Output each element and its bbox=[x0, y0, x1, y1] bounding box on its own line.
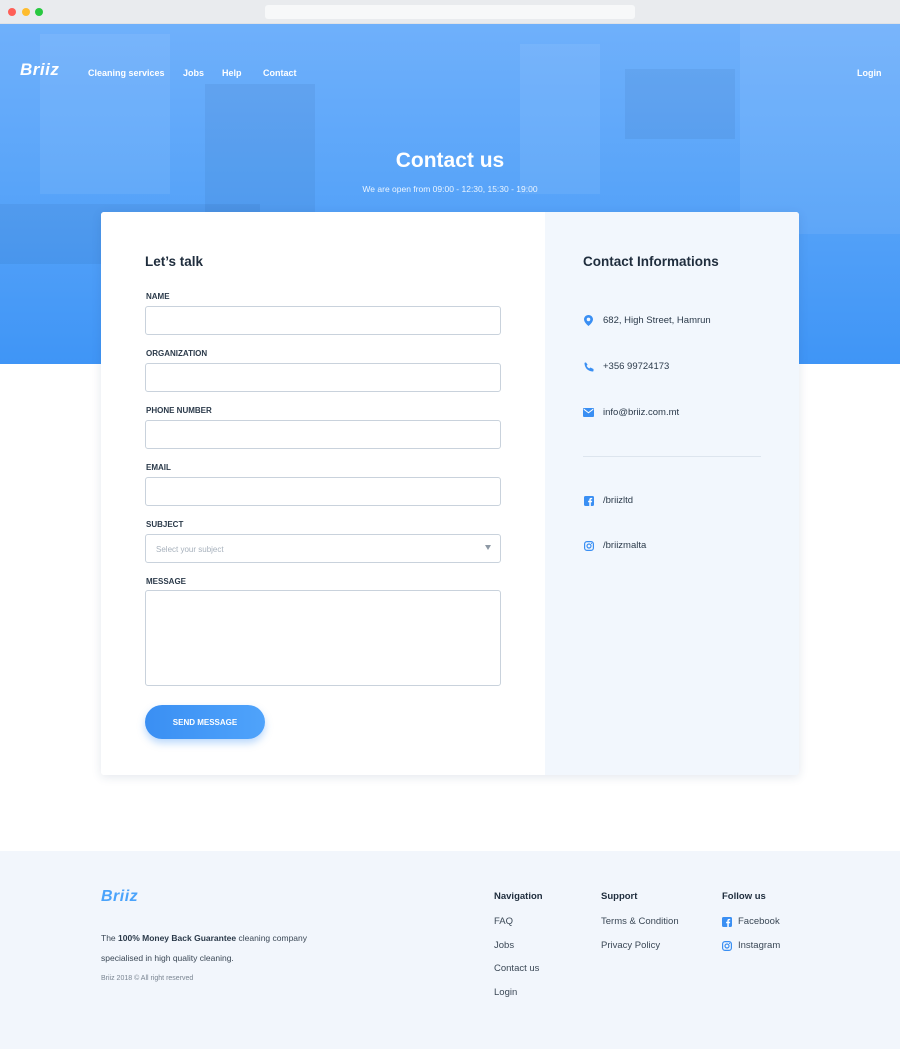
hero-bg-shape bbox=[625, 69, 735, 139]
facebook-icon bbox=[722, 916, 732, 927]
footer-link-privacy[interactable]: Privacy Policy bbox=[601, 940, 660, 951]
nav-login[interactable]: Login bbox=[857, 68, 882, 78]
footer-link-jobs[interactable]: Jobs bbox=[494, 940, 514, 951]
instagram-row[interactable]: /briizmalta bbox=[583, 540, 646, 551]
copyright: Briiz 2018 © All right reserved bbox=[101, 975, 194, 982]
address-row: 682, High Street, Hamrun bbox=[583, 315, 711, 326]
facebook-row[interactable]: /briizltd bbox=[583, 495, 633, 506]
footer-link-instagram[interactable]: Instagram bbox=[722, 940, 780, 951]
phone-input[interactable] bbox=[145, 420, 501, 449]
phone-label: PHONE NUMBER bbox=[146, 406, 212, 415]
brand-logo[interactable]: Briiz bbox=[20, 60, 59, 80]
facebook-icon bbox=[583, 495, 594, 506]
footer-facebook-label: Facebook bbox=[738, 916, 780, 927]
footer-desc-prefix: The bbox=[101, 933, 119, 943]
phone-row: +356 99724173 bbox=[583, 361, 669, 372]
subject-placeholder: Select your subject bbox=[156, 545, 224, 554]
footer-link-terms[interactable]: Terms & Condition bbox=[601, 916, 679, 927]
chevron-down-icon bbox=[485, 545, 491, 550]
subject-select[interactable]: Select your subject bbox=[145, 534, 501, 563]
instagram-handle[interactable]: /briizmalta bbox=[603, 540, 646, 551]
email-row: info@briiz.com.mt bbox=[583, 407, 679, 418]
footer-logo[interactable]: Briiz bbox=[101, 888, 138, 906]
contact-info-title: Contact Informations bbox=[583, 254, 719, 269]
message-label: MESSAGE bbox=[146, 577, 187, 586]
footer-follow-heading: Follow us bbox=[722, 891, 766, 902]
subject-label: SUBJECT bbox=[146, 520, 184, 529]
phone-icon bbox=[583, 361, 594, 372]
footer-description: The 100% Money Back Guarantee cleaning c… bbox=[101, 928, 341, 968]
address-text: 682, High Street, Hamrun bbox=[603, 315, 711, 326]
name-label: NAME bbox=[146, 292, 170, 301]
address-bar[interactable] bbox=[265, 5, 635, 19]
footer-link-login[interactable]: Login bbox=[494, 987, 517, 998]
instagram-icon bbox=[583, 540, 594, 551]
name-input[interactable] bbox=[145, 306, 501, 335]
send-message-button[interactable]: SEND MESSAGE bbox=[145, 705, 265, 739]
maximize-window-dot[interactable] bbox=[35, 8, 43, 16]
hero-bg-shape bbox=[740, 24, 900, 234]
nav-contact[interactable]: Contact bbox=[263, 68, 297, 78]
footer-link-facebook[interactable]: Facebook bbox=[722, 916, 780, 927]
organization-input[interactable] bbox=[145, 363, 501, 392]
footer-link-contact-us[interactable]: Contact us bbox=[494, 963, 539, 974]
info-divider bbox=[583, 456, 761, 457]
footer-navigation-heading: Navigation bbox=[494, 891, 543, 902]
footer: Briiz The 100% Money Back Guarantee clea… bbox=[0, 851, 900, 1049]
mail-icon bbox=[583, 407, 594, 418]
nav-jobs[interactable]: Jobs bbox=[183, 68, 204, 78]
phone-text[interactable]: +356 99724173 bbox=[603, 361, 669, 372]
nav-help[interactable]: Help bbox=[222, 68, 242, 78]
contact-card: Let’s talk NAME ORGANIZATION PHONE NUMBE… bbox=[101, 212, 799, 775]
instagram-icon bbox=[722, 940, 732, 951]
opening-hours: We are open from 09:00 - 12:30, 15:30 - … bbox=[362, 184, 538, 194]
footer-desc-bold: 100% Money Back Guarantee bbox=[118, 933, 237, 943]
form-title: Let’s talk bbox=[145, 254, 204, 269]
contact-info-panel: Contact Informations 682, High Street, H… bbox=[545, 212, 799, 775]
email-input[interactable] bbox=[145, 477, 501, 506]
location-pin-icon bbox=[583, 315, 594, 326]
facebook-handle[interactable]: /briizltd bbox=[603, 495, 633, 506]
browser-chrome bbox=[0, 0, 900, 24]
message-textarea[interactable] bbox=[145, 590, 501, 686]
email-text[interactable]: info@briiz.com.mt bbox=[603, 407, 679, 418]
minimize-window-dot[interactable] bbox=[22, 8, 30, 16]
contact-form: Let’s talk NAME ORGANIZATION PHONE NUMBE… bbox=[101, 212, 545, 775]
footer-support-heading: Support bbox=[601, 891, 638, 902]
email-label: EMAIL bbox=[146, 463, 171, 472]
page-title: Contact us bbox=[395, 149, 505, 172]
footer-link-faq[interactable]: FAQ bbox=[494, 916, 513, 927]
nav-cleaning-services[interactable]: Cleaning services bbox=[88, 68, 165, 78]
organization-label: ORGANIZATION bbox=[146, 349, 208, 358]
close-window-dot[interactable] bbox=[8, 8, 16, 16]
footer-instagram-label: Instagram bbox=[738, 940, 781, 951]
